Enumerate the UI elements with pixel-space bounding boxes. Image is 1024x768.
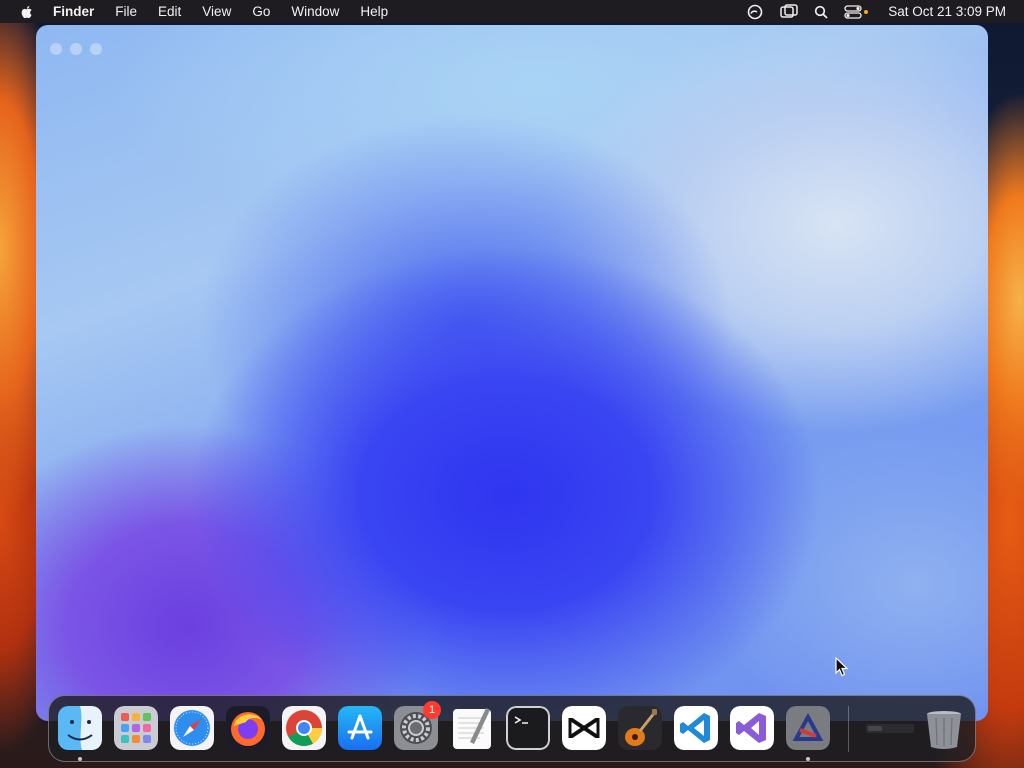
window-zoom-button[interactable]	[90, 43, 102, 55]
minimized-window-icon	[866, 724, 914, 733]
dock-capcut[interactable]	[562, 706, 606, 750]
dock-launchpad[interactable]	[114, 706, 158, 750]
dock-minimized-window[interactable]	[864, 706, 916, 750]
settings-notification-badge: 1	[423, 701, 441, 719]
menu-app-finder[interactable]: Finder	[53, 4, 94, 19]
vscode-icon	[674, 706, 718, 750]
app-running-indicator	[806, 757, 810, 761]
finder-running-indicator	[78, 757, 82, 761]
finder-icon	[58, 706, 102, 750]
app-window	[36, 25, 988, 721]
dock-textedit[interactable]	[450, 706, 494, 750]
dock-finder[interactable]	[58, 706, 102, 750]
menu-bar: Finder File Edit View Go Window Help Sat…	[0, 0, 1024, 23]
dock: 1	[48, 695, 976, 762]
capcut-icon	[562, 706, 606, 750]
dock-app-store[interactable]	[338, 706, 382, 750]
dock-app[interactable]	[786, 706, 830, 750]
apple-icon[interactable]	[19, 4, 35, 20]
creative-cloud-icon[interactable]	[746, 4, 764, 20]
visual-studio-icon	[730, 706, 774, 750]
dock-firefox[interactable]	[226, 706, 270, 750]
menu-window[interactable]: Window	[291, 4, 339, 19]
safari-icon	[170, 706, 214, 750]
dock-safari[interactable]	[170, 706, 214, 750]
dock-separator	[848, 706, 849, 752]
chrome-icon	[282, 706, 326, 750]
window-close-button[interactable]	[50, 43, 62, 55]
mouse-cursor-icon	[835, 657, 849, 677]
dock-garageband[interactable]	[618, 706, 662, 750]
app-icon	[786, 706, 830, 750]
menu-edit[interactable]: Edit	[158, 4, 181, 19]
window-traffic-lights	[50, 43, 110, 55]
control-center-icon[interactable]	[844, 4, 870, 19]
window-minimize-button[interactable]	[70, 43, 82, 55]
trash-icon	[927, 711, 961, 749]
dock-visual-studio[interactable]	[730, 706, 774, 750]
dock-trash[interactable]	[922, 706, 966, 750]
app-store-icon	[338, 706, 382, 750]
dock-chrome[interactable]	[282, 706, 326, 750]
dock-terminal[interactable]	[506, 706, 550, 750]
firefox-icon	[226, 706, 270, 750]
dock-vscode[interactable]	[674, 706, 718, 750]
screen-mirroring-icon[interactable]	[780, 4, 798, 19]
launchpad-icon	[114, 706, 158, 750]
menu-view[interactable]: View	[202, 4, 231, 19]
textedit-icon	[453, 708, 491, 749]
garageband-icon	[618, 706, 662, 750]
menu-file[interactable]: File	[115, 4, 137, 19]
menubar-clock[interactable]: Sat Oct 21 3:09 PM	[888, 4, 1006, 19]
menu-go[interactable]: Go	[252, 4, 270, 19]
terminal-icon	[506, 706, 550, 750]
menu-help[interactable]: Help	[360, 4, 388, 19]
spotlight-search-icon[interactable]	[814, 5, 828, 19]
